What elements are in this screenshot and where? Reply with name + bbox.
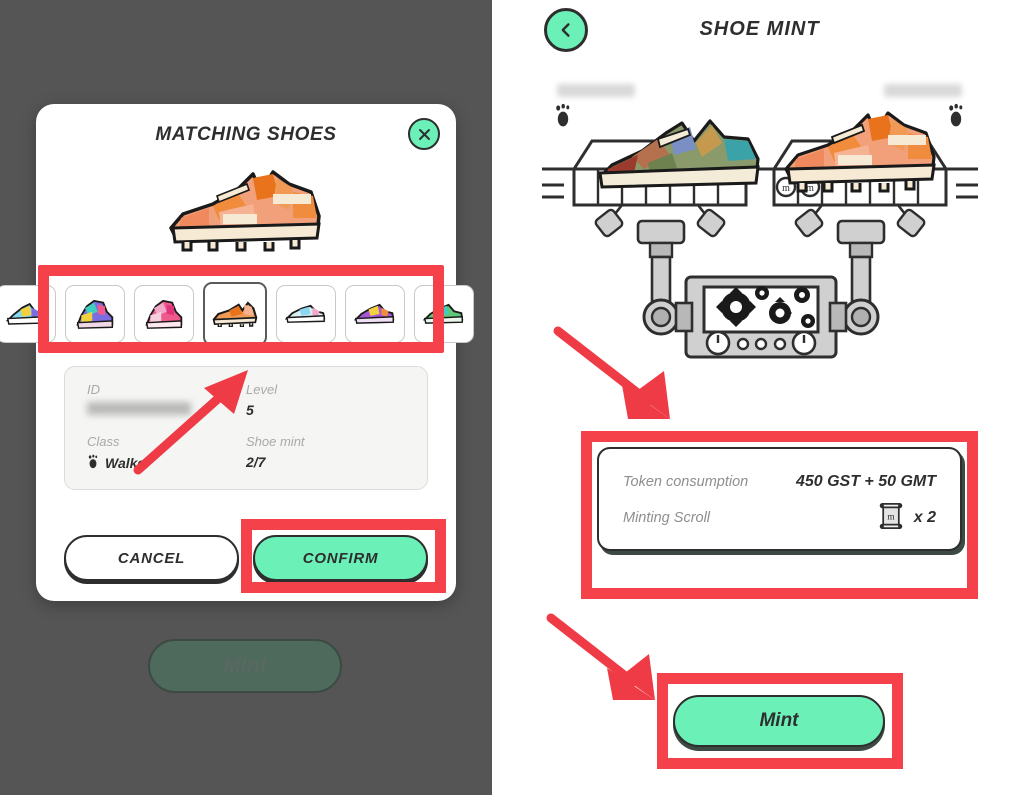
shoe-thumb-4[interactable] [203, 282, 267, 346]
detail-level: Level 5 [246, 382, 405, 418]
detail-class: Class Walker [87, 434, 246, 472]
shoe-carousel[interactable] [0, 276, 492, 352]
detail-shoe-mint: Shoe mint 2/7 [246, 434, 405, 472]
panel-divider [492, 0, 495, 795]
modal-title: MATCHING SHOES [155, 124, 337, 145]
confirm-button[interactable]: CONFIRM [253, 535, 428, 581]
page-title: SHOE MINT [699, 18, 820, 40]
shoe-thumb-7[interactable] [414, 285, 474, 343]
detail-class-value: Walker [87, 454, 246, 472]
scroll-icon: m [878, 502, 904, 535]
svg-text:m: m [782, 183, 790, 194]
right-panel: SHOE MINT m m [495, 0, 1024, 795]
selected-shoe-preview [36, 152, 456, 270]
minting-scroll-count: x 2 [913, 509, 936, 526]
shoe-minting-machine: m m [540, 95, 980, 360]
detail-shoe-mint-label: Shoe mint [246, 434, 305, 449]
minting-scroll-label: Minting Scroll [623, 510, 711, 526]
token-consumption-value: 450 GST + 50 GMT [795, 473, 936, 490]
detail-level-value: 5 [246, 402, 254, 418]
svg-text:m: m [887, 512, 895, 522]
shoe-thumb-5[interactable] [276, 285, 336, 343]
minting-scroll-row: Minting Scroll m x 2 [623, 500, 936, 536]
token-consumption-card: Token consumption 450 GST + 50 GMT Minti… [597, 447, 962, 551]
shoe-detail-card: ID Level 5 Class Walker Shoe mint 2/7 [64, 366, 428, 490]
matching-shoes-modal: MATCHING SHOES ID Level 5 Class Walker S… [0, 104, 474, 601]
cancel-button[interactable]: CANCEL [64, 535, 239, 581]
detail-shoe-mint-value: 2/7 [246, 454, 266, 470]
detail-id: ID [87, 382, 246, 418]
detail-id-label: ID [87, 382, 100, 397]
shoe-thumb-2[interactable] [65, 285, 125, 343]
detail-id-value [87, 402, 246, 415]
shoe-thumb-1[interactable] [0, 285, 56, 343]
detail-class-text: Walker [105, 455, 151, 471]
shoe-carousel-track[interactable] [0, 276, 492, 352]
minting-scroll-group: m x 2 [878, 502, 936, 535]
mint-button[interactable]: Mint [673, 695, 885, 747]
screenshot-root: + Mint MATCHING SHOES [0, 0, 1024, 795]
detail-class-label: Class [87, 434, 120, 449]
token-consumption-row: Token consumption 450 GST + 50 GMT [623, 464, 936, 500]
modal-action-row: CANCEL CONFIRM [64, 535, 428, 581]
token-consumption-label: Token consumption [623, 474, 749, 490]
footprint-icon [87, 454, 99, 472]
close-icon[interactable] [408, 118, 440, 150]
shoe-thumb-6[interactable] [345, 285, 405, 343]
shoe-thumb-3[interactable] [134, 285, 194, 343]
detail-level-label: Level [246, 382, 278, 397]
background-mint-button: Mint [148, 639, 342, 693]
left-panel: + Mint MATCHING SHOES [0, 0, 492, 795]
